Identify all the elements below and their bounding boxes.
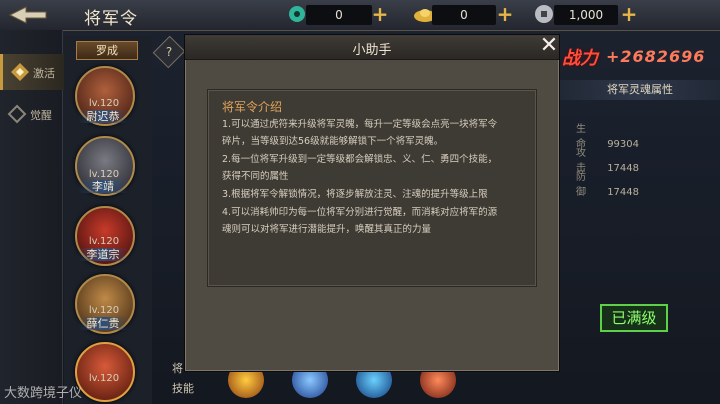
hero-name: 尉迟恭 — [78, 110, 128, 123]
intro-line: 碎片，当等级到达56级就能够解锁下一个将军灵魄。 — [222, 136, 444, 147]
activate-icon — [11, 63, 29, 81]
dialog-title-bar: 小助手 — [185, 35, 559, 60]
intro-panel: 将军令介绍 1.可以通过虎符来升级将军灵魄，每升一定等级会点亮一块将军令 碎片，… — [207, 89, 537, 287]
back-arrow-icon — [8, 6, 47, 24]
intro-title: 将军令介绍 — [222, 100, 283, 114]
close-icon: ✕ — [539, 33, 559, 58]
tab-awaken-label: 觉醒 — [30, 109, 52, 122]
intro-line: 4.可以消耗帅印为每一位将军分别进行觉醒，而消耗对应将军的源 — [222, 207, 498, 218]
add-silver-button[interactable]: + — [620, 4, 638, 24]
hero-level: lv.120 — [88, 98, 120, 109]
watermark: 大数跨境子仪 — [4, 386, 83, 401]
attribute-name: 防御 — [576, 172, 594, 198]
hero-level: lv.120 — [88, 169, 120, 180]
hero-portrait-5[interactable] — [75, 342, 135, 402]
helper-dialog: 小助手 ✕ 将军令介绍 1.可以通过虎符来升级将军灵魄，每升一定等级会点亮一块将… — [184, 34, 560, 372]
power-value: +2682696 — [606, 47, 706, 66]
intro-line: 获得不同的属性 — [222, 171, 289, 182]
hero-level: lv.120 — [88, 373, 120, 384]
left-rail: 激活 觉醒 — [0, 30, 65, 404]
help-button[interactable]: ? — [152, 35, 186, 69]
back-button[interactable] — [6, 4, 52, 26]
top-bar: 将军令 0 + 0 + 1,000 + — [0, 0, 720, 31]
hero-level: lv.120 — [88, 305, 120, 316]
intro-line: 2.每一位将军升级到一定等级都会解锁忠、义、仁、勇四个技能， — [222, 154, 498, 165]
attribute-value: 17448 — [607, 187, 639, 198]
close-button[interactable]: ✕ — [538, 35, 560, 57]
tab-activate[interactable]: 激活 — [0, 54, 65, 90]
hero-level: lv.120 — [88, 236, 120, 247]
max-level-badge: 已满级 — [600, 304, 668, 332]
awaken-icon — [7, 104, 27, 124]
dialog-title: 小助手 — [352, 43, 392, 58]
intro-line: 1.可以通过虎符来升级将军灵魄，每升一定等级会点亮一块将军令 — [222, 119, 498, 130]
tab-activate-label: 激活 — [33, 67, 55, 80]
page-title: 将军令 — [84, 9, 138, 29]
game-screen: 将军令 0 + 0 + 1,000 + 激活 觉醒 罗成 lv.120 尉迟恭 … — [0, 0, 720, 404]
hero-name: 薛仁贵 — [78, 317, 128, 330]
hero-list: 罗成 lv.120 尉迟恭 lv.120 李靖 lv.120 李道宗 lv.12… — [64, 36, 152, 404]
resource-jade-value: 0 — [306, 5, 372, 25]
jade-icon — [289, 6, 305, 22]
resource-gold-value: 0 — [432, 5, 496, 25]
add-jade-button[interactable]: + — [371, 4, 389, 24]
skill-label: 技能 — [172, 382, 194, 395]
tab-awaken[interactable]: 觉醒 — [0, 96, 62, 132]
hero-group-label[interactable]: 罗成 — [76, 41, 138, 60]
soul-attributes-title: 将军灵魂属性 — [560, 80, 720, 100]
add-gold-button[interactable]: + — [496, 4, 514, 24]
skill-label-top: 将 — [172, 362, 183, 375]
attribute-defense: 防御 17448 — [576, 168, 639, 198]
intro-line: 3.根据将军令解锁情况，将逐步解放注灵、注魂的提升等级上限 — [222, 189, 488, 200]
silver-coin-icon — [535, 5, 553, 23]
resource-silver-value: 1,000 — [554, 5, 618, 25]
hero-name: 李道宗 — [78, 248, 128, 261]
power-label: 战力 — [562, 48, 598, 69]
hero-name: 李靖 — [78, 180, 128, 193]
question-icon: ? — [165, 45, 173, 59]
intro-line: 魂则可以对将军进行潜能提升，唤醒其真正的力量 — [222, 224, 432, 235]
